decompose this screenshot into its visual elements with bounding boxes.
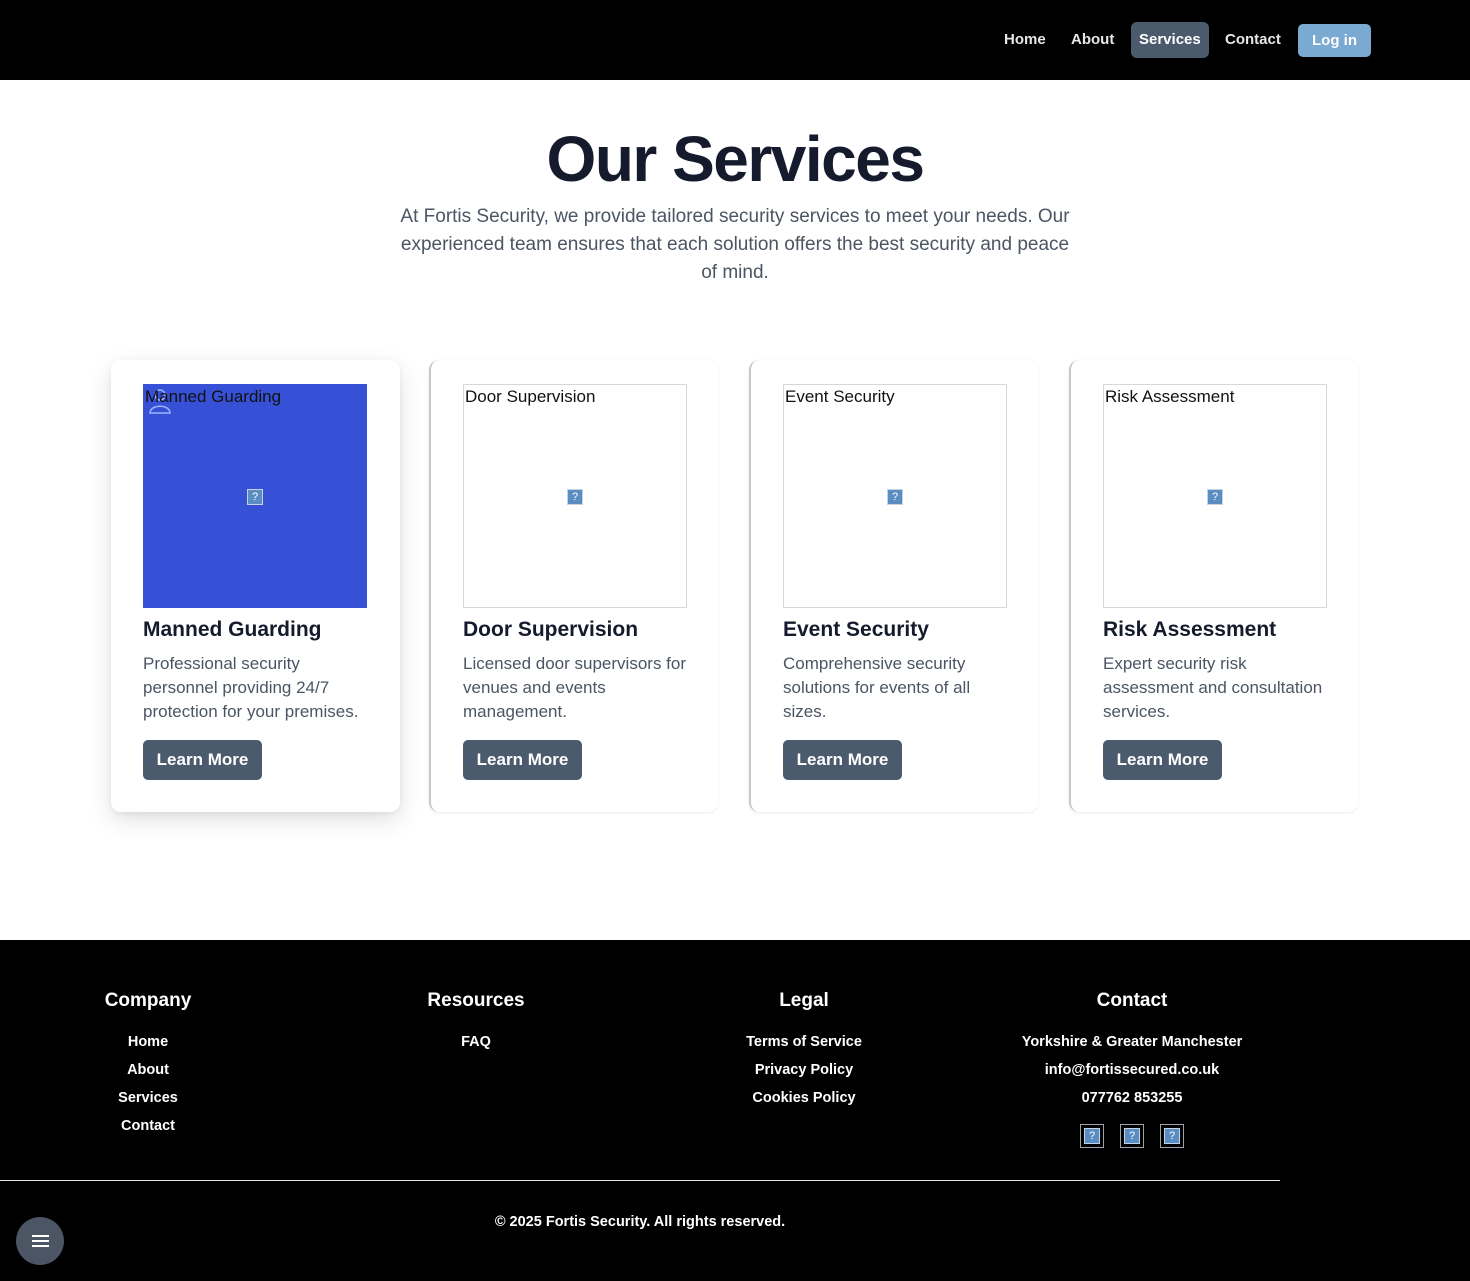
footer-link-privacy[interactable]: Privacy Policy	[755, 1062, 853, 1078]
service-card-door-supervision: Door Supervision ? Door Supervision Lice…	[429, 360, 718, 812]
service-image: Manned Guarding ?	[143, 384, 367, 608]
footer-resources-title: Resources	[427, 990, 525, 1011]
learn-more-button[interactable]: Learn More	[1103, 740, 1222, 780]
nav-contact-link[interactable]: Contact	[1217, 22, 1289, 58]
card-title: Door Supervision	[463, 618, 639, 641]
broken-image-icon: ?	[247, 489, 263, 505]
image-alt-text: Manned Guarding	[145, 387, 282, 406]
footer-link-services[interactable]: Services	[118, 1090, 178, 1106]
menu-button[interactable]	[16, 1217, 64, 1265]
login-button[interactable]: Log in	[1298, 24, 1371, 57]
footer-legal-title: Legal	[779, 990, 829, 1011]
service-card-manned-guarding: Manned Guarding ? Manned Guarding Profes…	[111, 360, 400, 812]
copyright-text: © 2025 Fortis Security. All rights reser…	[494, 1214, 786, 1230]
card-description: Expert security risk assessment and cons…	[1103, 654, 1323, 721]
footer-contact-email[interactable]: info@fortissecured.co.uk	[1045, 1062, 1219, 1078]
broken-image-icon: ?	[1164, 1128, 1180, 1144]
footer-link-home[interactable]: Home	[128, 1034, 168, 1050]
footer-contact-title: Contact	[1096, 990, 1168, 1011]
image-alt-text: Event Security	[785, 387, 895, 406]
card-description: Licensed door supervisors for venues and…	[463, 654, 687, 721]
broken-image-icon: ?	[1124, 1128, 1140, 1144]
social-link-2[interactable]: ?	[1120, 1124, 1144, 1148]
social-link-3[interactable]: ?	[1160, 1124, 1184, 1148]
service-image: Risk Assessment ?	[1103, 384, 1327, 608]
card-description: Comprehensive security solutions for eve…	[783, 654, 971, 721]
social-link-1[interactable]: ?	[1080, 1124, 1104, 1148]
site-footer: Company Home About Services Contact Reso…	[0, 940, 1470, 1281]
page-title: Our Services	[546, 123, 925, 195]
card-title: Risk Assessment	[1103, 618, 1277, 641]
footer-link-contact[interactable]: Contact	[121, 1118, 175, 1134]
footer-link-faq[interactable]: FAQ	[461, 1034, 491, 1050]
footer-divider	[0, 1180, 1280, 1181]
top-navbar: Home About Services Contact Log in	[0, 0, 1470, 80]
service-image: Door Supervision ?	[463, 384, 687, 608]
footer-link-cookies[interactable]: Cookies Policy	[752, 1090, 855, 1106]
card-description: Professional security personnel providin…	[143, 654, 359, 721]
footer-link-about[interactable]: About	[127, 1062, 169, 1078]
image-alt-text: Door Supervision	[465, 387, 596, 406]
nav-home-link[interactable]: Home	[996, 22, 1054, 58]
footer-link-terms[interactable]: Terms of Service	[746, 1034, 862, 1050]
nav-services-link[interactable]: Services	[1131, 22, 1209, 58]
footer-company-title: Company	[104, 990, 192, 1011]
footer-contact-phone[interactable]: 077762 853255	[1082, 1090, 1183, 1106]
broken-image-icon: ?	[1084, 1128, 1100, 1144]
broken-image-icon: ?	[567, 489, 583, 505]
hero-description: At Fortis Security, we provide tailored …	[400, 206, 1070, 283]
card-title: Manned Guarding	[143, 618, 322, 641]
service-image: Event Security ?	[783, 384, 1007, 608]
card-title: Event Security	[783, 618, 929, 641]
footer-contact-location: Yorkshire & Greater Manchester	[1021, 1034, 1243, 1050]
nav-about-link[interactable]: About	[1063, 22, 1122, 58]
image-alt-text: Risk Assessment	[1105, 387, 1235, 406]
service-card-risk-assessment: Risk Assessment ? Risk Assessment Expert…	[1069, 360, 1358, 812]
learn-more-button[interactable]: Learn More	[143, 740, 262, 780]
broken-image-icon: ?	[887, 489, 903, 505]
broken-image-icon: ?	[1207, 489, 1223, 505]
learn-more-button[interactable]: Learn More	[783, 740, 902, 780]
learn-more-button[interactable]: Learn More	[463, 740, 582, 780]
service-card-event-security: Event Security ? Event Security Comprehe…	[749, 360, 1038, 812]
